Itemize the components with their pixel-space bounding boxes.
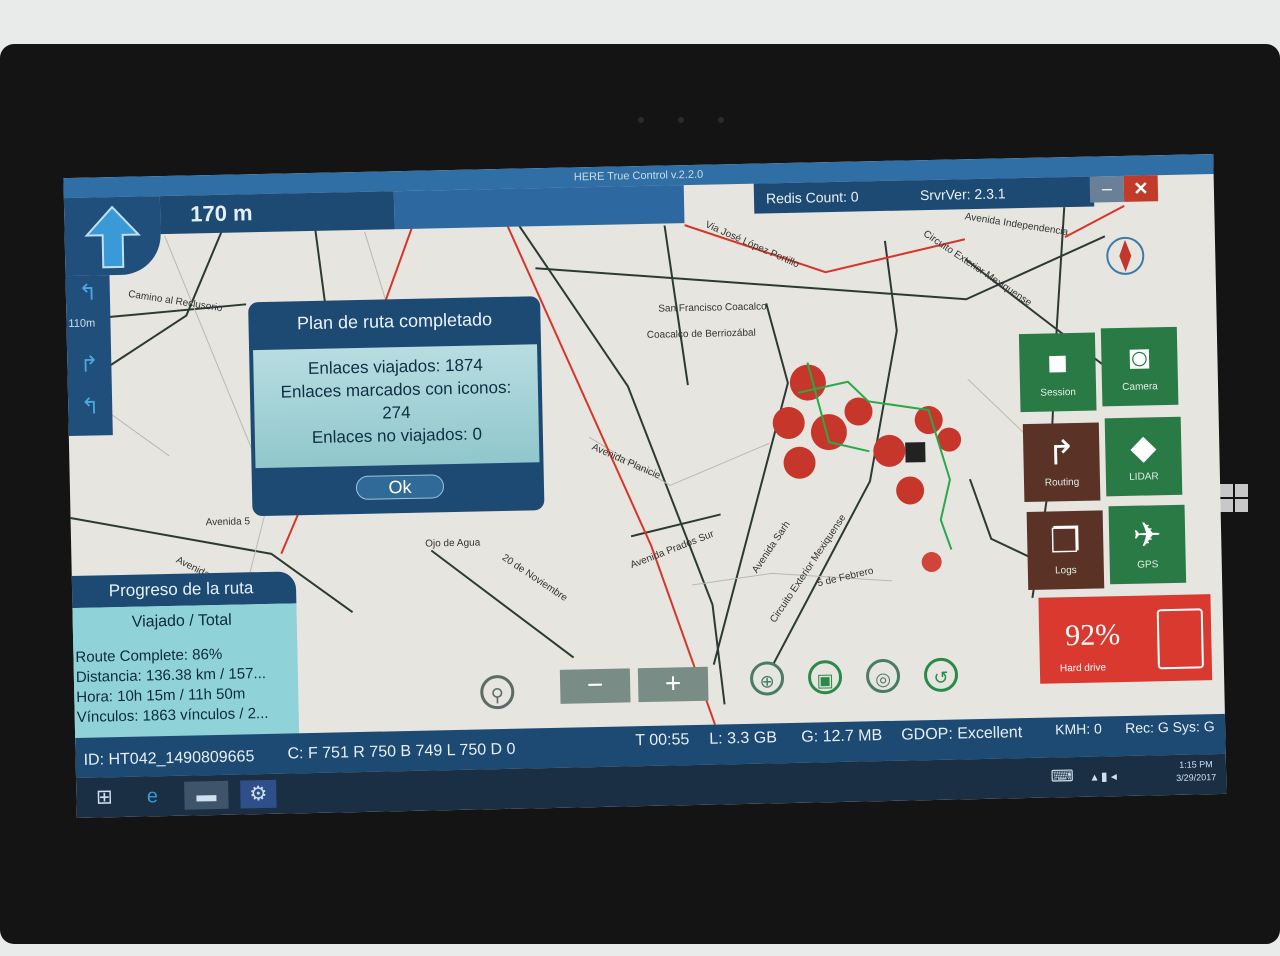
start-icon[interactable]: ⊞ bbox=[86, 783, 123, 812]
progress-subtitle: Viajado / Total bbox=[131, 611, 232, 631]
camera-icon: ◙ bbox=[1128, 338, 1151, 377]
clock-time: 1:15 PM bbox=[1179, 759, 1213, 770]
map-label: 20 de Noviembre bbox=[500, 552, 570, 604]
map-label: 5 de Febrero bbox=[816, 565, 875, 589]
stop-icon: ■ bbox=[1046, 344, 1069, 383]
nav-banner-bar bbox=[393, 185, 685, 230]
lidar-tile[interactable]: ◆ LIDAR bbox=[1104, 416, 1183, 497]
routing-icon: ↱ bbox=[1046, 433, 1077, 473]
hard-drive-tile[interactable]: 92% Hard drive bbox=[1038, 594, 1213, 684]
close-button[interactable]: ✕ bbox=[1123, 175, 1159, 202]
zoom-in-button[interactable]: + bbox=[637, 666, 709, 703]
redis-count: Redis Count: 0 bbox=[765, 188, 859, 207]
routing-tile[interactable]: ↱ Routing bbox=[1022, 422, 1101, 503]
logs-tile[interactable]: ❐ Logs bbox=[1026, 510, 1105, 590]
elapsed-time: T 00:55 bbox=[635, 731, 690, 750]
gdop-status: GDOP: Excellent bbox=[901, 724, 1023, 744]
map-label: Avenida Prados Sur bbox=[629, 528, 716, 571]
ok-button[interactable]: Ok bbox=[355, 474, 445, 501]
record-system-status: Rec: G Sys: G bbox=[1125, 718, 1215, 736]
document-icon: ❐ bbox=[1049, 521, 1081, 561]
marker-cluster[interactable] bbox=[771, 359, 963, 575]
zoom-out-button[interactable]: − bbox=[559, 668, 631, 704]
keyboard-icon[interactable]: ⌨ bbox=[1044, 763, 1081, 792]
route-progress-panel: Progreso de la ruta Viajado / Total Rout… bbox=[65, 571, 305, 745]
logs-label: Logs bbox=[1054, 564, 1077, 577]
session-tile[interactable]: ■ Session bbox=[1018, 332, 1097, 413]
map-label: Avenida Independencia bbox=[964, 211, 1069, 238]
turn-left-icon: ↰ bbox=[78, 279, 98, 305]
hard-drive-label: Hard drive bbox=[1059, 662, 1107, 675]
gps-size: G: 12.7 MB bbox=[801, 727, 883, 746]
sensor-dot bbox=[718, 117, 724, 123]
app-screen: HERE True Control v.2.2.0 Camino al Recl… bbox=[63, 154, 1227, 818]
links-progress: Vínculos: 1863 vínculos / 2... bbox=[76, 704, 269, 726]
server-version: SrvrVer: 2.3.1 bbox=[919, 185, 1006, 204]
lidar-size: L: 3.3 GB bbox=[709, 729, 778, 748]
app-car-icon[interactable]: ▬ bbox=[184, 780, 229, 810]
compass-icon[interactable] bbox=[1106, 236, 1145, 275]
dialog-body: Enlaces viajados: 1874 Enlaces marcados … bbox=[253, 344, 540, 469]
upcoming-turns: ↰ 110m ↱ ↰ bbox=[65, 275, 113, 437]
dialog-title: Plan de ruta completado bbox=[296, 309, 493, 334]
system-tray-icons[interactable]: ▴ ▮ ◂ bbox=[1086, 762, 1123, 791]
gps-tile[interactable]: ✈ GPS bbox=[1108, 504, 1187, 585]
settings-gear-icon[interactable]: ⚙ bbox=[240, 779, 277, 809]
map-label: Via José López Portillo bbox=[703, 219, 801, 270]
browser-icon[interactable]: e bbox=[134, 782, 171, 811]
taskbar-clock[interactable]: 1:15 PM 3/29/2017 bbox=[1176, 758, 1217, 785]
camera-label: Camera bbox=[1122, 381, 1158, 393]
hard-drive-percent: 92% bbox=[1064, 618, 1121, 653]
windows-logo-icon[interactable] bbox=[1220, 484, 1248, 512]
map-label: San Francisco Coacalco bbox=[658, 301, 767, 314]
front-camera bbox=[638, 117, 644, 123]
turn-left-icon: ↰ bbox=[80, 393, 100, 419]
turn-right-icon: ↱ bbox=[79, 351, 99, 377]
map-label: Avenida Sarh bbox=[750, 519, 792, 575]
map-label: Avenida 5 bbox=[206, 516, 251, 528]
progress-title: Progreso de la ruta bbox=[65, 571, 297, 609]
progress-body: Viajado / Total Route Complete: 86% Dist… bbox=[66, 603, 300, 745]
links-not-traveled: Enlaces no viajados: 0 bbox=[311, 424, 483, 447]
session-id: ID: HT042_1490809665 bbox=[83, 748, 255, 769]
gps-label: GPS bbox=[1137, 559, 1159, 571]
session-label: Session bbox=[1040, 386, 1077, 399]
satellite-icon: ✈ bbox=[1132, 516, 1162, 555]
distance-to-maneuver: 170 m bbox=[159, 191, 395, 235]
turn-arrow-tile bbox=[63, 196, 162, 277]
camera-tile[interactable]: ◙ Camera bbox=[1100, 326, 1179, 407]
hard-drive-icon bbox=[1156, 608, 1204, 670]
straight-arrow-icon bbox=[84, 205, 141, 269]
next-turn-distance: 110m bbox=[68, 317, 96, 331]
sensor-dot bbox=[678, 117, 684, 123]
map-label: Coacalco de Berriozábal bbox=[647, 328, 756, 341]
clock-date: 3/29/2017 bbox=[1176, 772, 1217, 783]
route-complete-dialog: Plan de ruta completado Enlaces viajados… bbox=[248, 296, 545, 517]
routing-label: Routing bbox=[1044, 476, 1080, 489]
map-label: Ojo de Agua bbox=[425, 537, 481, 549]
lidar-label: LIDAR bbox=[1129, 471, 1159, 483]
minimize-button[interactable]: – bbox=[1089, 175, 1125, 203]
speed-kmh: KMH: 0 bbox=[1055, 720, 1103, 738]
lidar-icon: ◆ bbox=[1129, 428, 1157, 467]
camera-counts: C: F 751 R 750 B 749 L 750 D 0 bbox=[287, 740, 516, 763]
